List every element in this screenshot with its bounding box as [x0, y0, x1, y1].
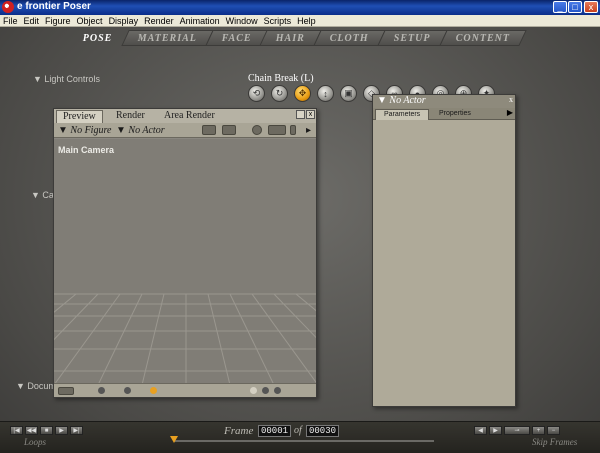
- camera-view-icon[interactable]: [202, 125, 216, 135]
- window-title: e frontier Poser: [17, 1, 91, 12]
- menu-scripts[interactable]: Scripts: [264, 16, 292, 26]
- menu-animation[interactable]: Animation: [180, 16, 220, 26]
- view-dot-3[interactable]: [274, 387, 281, 394]
- minimize-button[interactable]: _: [553, 1, 567, 13]
- tab-render[interactable]: Render: [110, 110, 151, 123]
- key-controls: ◀ ▶ ⊸ + −: [474, 426, 562, 435]
- scale-tool-icon[interactable]: ▣: [340, 85, 357, 102]
- menu-bar: File Edit Figure Object Display Render A…: [0, 15, 600, 27]
- zoom-slider-icon[interactable]: [290, 125, 296, 135]
- tab-preview[interactable]: Preview: [56, 110, 103, 123]
- preview-window: Preview Render Area Render x ▼ No Figure…: [53, 108, 317, 398]
- tab-material[interactable]: MATERIAL: [120, 30, 214, 46]
- close-button[interactable]: x: [584, 1, 598, 13]
- tab-setup[interactable]: SETUP: [377, 30, 448, 46]
- toolbar-arrow-icon[interactable]: ▸: [306, 125, 311, 136]
- stop-icon[interactable]: ■: [40, 426, 53, 435]
- maximize-button[interactable]: □: [568, 1, 582, 13]
- menu-figure[interactable]: Figure: [45, 16, 71, 26]
- parameters-panel: ▼ No Actor x Parameters Properties ▶: [372, 94, 516, 407]
- current-frame-field[interactable]: 00001: [258, 425, 292, 437]
- tab-hair[interactable]: HAIR: [259, 30, 323, 46]
- preview-tabs: Preview Render Area Render x: [54, 109, 316, 123]
- document-viewport[interactable]: Main Camera: [54, 139, 316, 385]
- remove-key-icon[interactable]: −: [547, 426, 560, 435]
- total-frames-field[interactable]: 00030: [306, 425, 340, 437]
- move-view-icon[interactable]: [268, 125, 286, 135]
- window-resize-icon[interactable]: [296, 110, 305, 119]
- params-menu-arrow-icon[interactable]: ▶: [507, 108, 513, 117]
- menu-object[interactable]: Object: [77, 16, 103, 26]
- params-tabs: Parameters Properties ▶: [373, 108, 515, 120]
- tab-parameters[interactable]: Parameters: [375, 109, 430, 120]
- translate-tool-icon[interactable]: ✥: [294, 85, 311, 102]
- document-display-label[interactable]: ▼ Docum: [16, 381, 56, 391]
- params-actor-selector[interactable]: ▼ No Actor x: [373, 95, 515, 108]
- add-key-icon[interactable]: +: [532, 426, 545, 435]
- next-key-icon[interactable]: ▶: [489, 426, 502, 435]
- tab-pose[interactable]: POSE: [66, 30, 129, 46]
- menu-file[interactable]: File: [3, 16, 18, 26]
- menu-edit[interactable]: Edit: [24, 16, 40, 26]
- tracking-icon[interactable]: [124, 387, 131, 394]
- frame-label: Frame: [224, 425, 254, 437]
- loops-label[interactable]: Loops: [24, 437, 46, 447]
- poser-app-icon[interactable]: [2, 1, 14, 13]
- light-controls-label[interactable]: ▼ Light Controls: [33, 74, 100, 84]
- rewind-icon[interactable]: ◀◀: [25, 426, 38, 435]
- ground-grid: [54, 293, 316, 385]
- layout-icon[interactable]: [222, 125, 236, 135]
- view-dot-2[interactable]: [262, 387, 269, 394]
- preview-footer: [54, 383, 316, 397]
- camera-name-label: Main Camera: [58, 145, 115, 155]
- tab-content[interactable]: CONTENT: [439, 30, 528, 46]
- actor-selector[interactable]: ▼ No Actor: [116, 125, 165, 136]
- menu-display[interactable]: Display: [109, 16, 139, 26]
- prev-key-icon[interactable]: ◀: [474, 426, 487, 435]
- of-label: of: [294, 425, 302, 436]
- room-tabs: POSE MATERIAL FACE HAIR CLOTH SETUP CONT…: [70, 30, 528, 46]
- camera-controls-label[interactable]: ▼ Ca: [31, 190, 54, 200]
- play-icon[interactable]: ▶: [55, 426, 68, 435]
- edit-keys-icon[interactable]: ⊸: [504, 426, 530, 435]
- timeline-thumb[interactable]: [170, 436, 178, 443]
- menu-window[interactable]: Window: [226, 16, 258, 26]
- tab-properties[interactable]: Properties: [431, 109, 479, 120]
- depth-cue-icon[interactable]: [58, 387, 74, 395]
- translate-in-out-icon[interactable]: ↕: [317, 85, 334, 102]
- skip-frames-label[interactable]: Skip Frames: [532, 437, 577, 447]
- light-icon[interactable]: [252, 125, 262, 135]
- ground-icon[interactable]: [150, 387, 157, 394]
- menu-render[interactable]: Render: [144, 16, 174, 26]
- title-bar: e frontier Poser _ □ x: [0, 0, 600, 15]
- tab-cloth[interactable]: CLOTH: [313, 30, 387, 46]
- tab-face[interactable]: FACE: [204, 30, 269, 46]
- view-dot-1[interactable]: [250, 387, 257, 394]
- last-frame-icon[interactable]: ▶|: [70, 426, 83, 435]
- panel-close-icon[interactable]: x: [509, 95, 513, 104]
- chain-break-label: Chain Break (L): [248, 73, 314, 84]
- shadow-icon[interactable]: [98, 387, 105, 394]
- twist-tool-icon[interactable]: ↻: [271, 85, 288, 102]
- menu-help[interactable]: Help: [297, 16, 316, 26]
- timeline-slider[interactable]: [174, 440, 434, 442]
- playback-controls: |◀ ◀◀ ■ ▶ ▶|: [10, 426, 85, 435]
- first-frame-icon[interactable]: |◀: [10, 426, 23, 435]
- tab-area-render[interactable]: Area Render: [158, 110, 221, 123]
- rotate-tool-icon[interactable]: ⟲: [248, 85, 265, 102]
- window-close-icon[interactable]: x: [306, 110, 315, 119]
- preview-toolbar: ▼ No Figure ▼ No Actor ▸: [54, 123, 316, 138]
- figure-selector[interactable]: ▼ No Figure: [58, 125, 111, 136]
